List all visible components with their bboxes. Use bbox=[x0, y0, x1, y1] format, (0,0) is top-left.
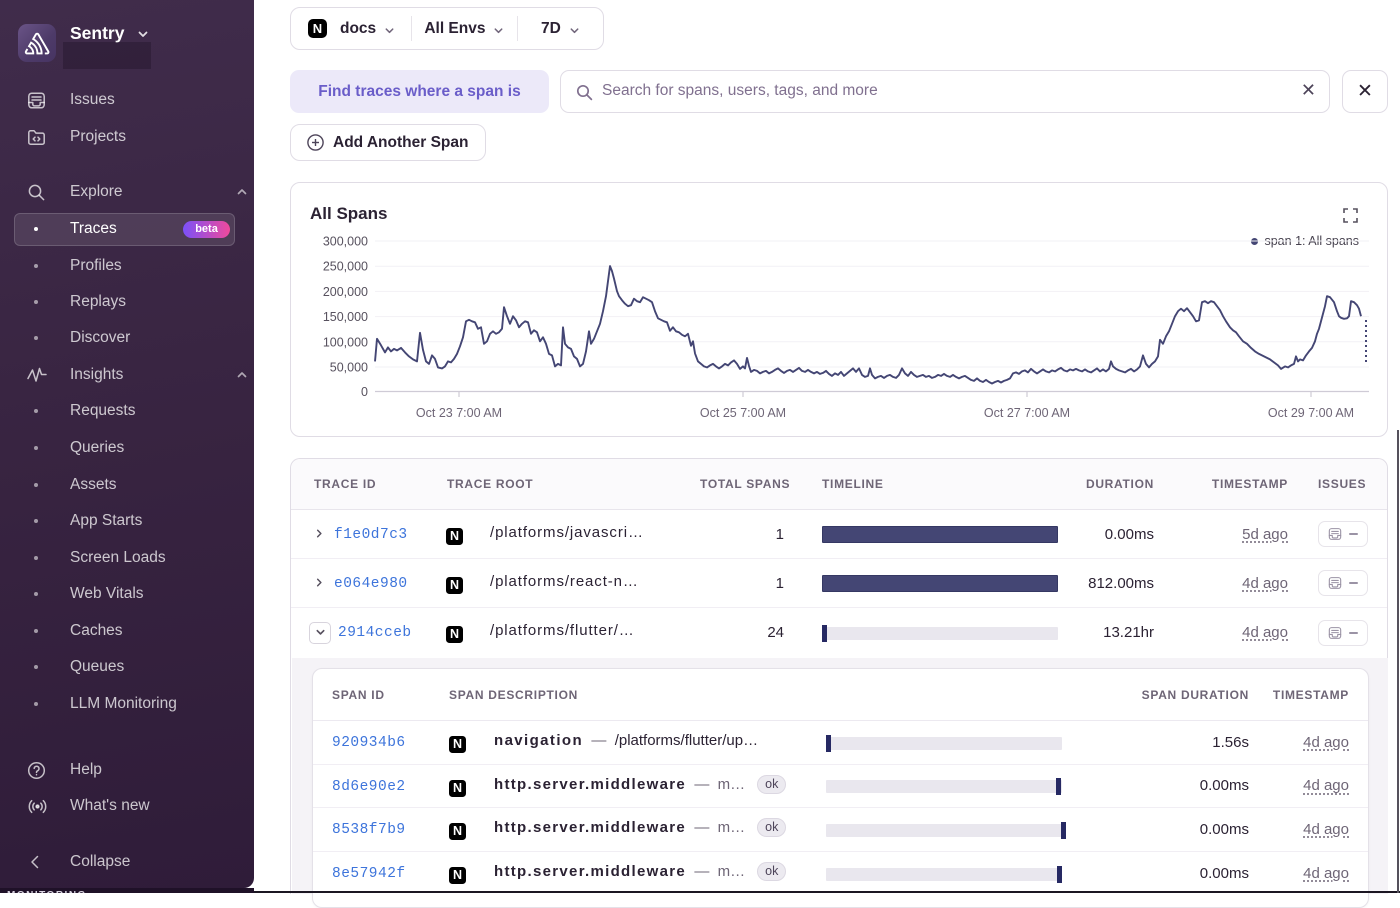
svg-text:0: 0 bbox=[361, 385, 368, 399]
svg-text:Oct 29 7:00 AM: Oct 29 7:00 AM bbox=[1268, 406, 1354, 420]
svg-text:Oct 27 7:00 AM: Oct 27 7:00 AM bbox=[984, 406, 1070, 420]
svg-text:200,000: 200,000 bbox=[323, 285, 368, 299]
svg-text:150,000: 150,000 bbox=[323, 310, 368, 324]
svg-text:100,000: 100,000 bbox=[323, 335, 368, 349]
svg-text:250,000: 250,000 bbox=[323, 260, 368, 274]
svg-text:Oct 23 7:00 AM: Oct 23 7:00 AM bbox=[416, 406, 502, 420]
svg-text:50,000: 50,000 bbox=[330, 361, 368, 375]
svg-text:Oct 25 7:00 AM: Oct 25 7:00 AM bbox=[700, 406, 786, 420]
svg-text:300,000: 300,000 bbox=[323, 235, 368, 249]
